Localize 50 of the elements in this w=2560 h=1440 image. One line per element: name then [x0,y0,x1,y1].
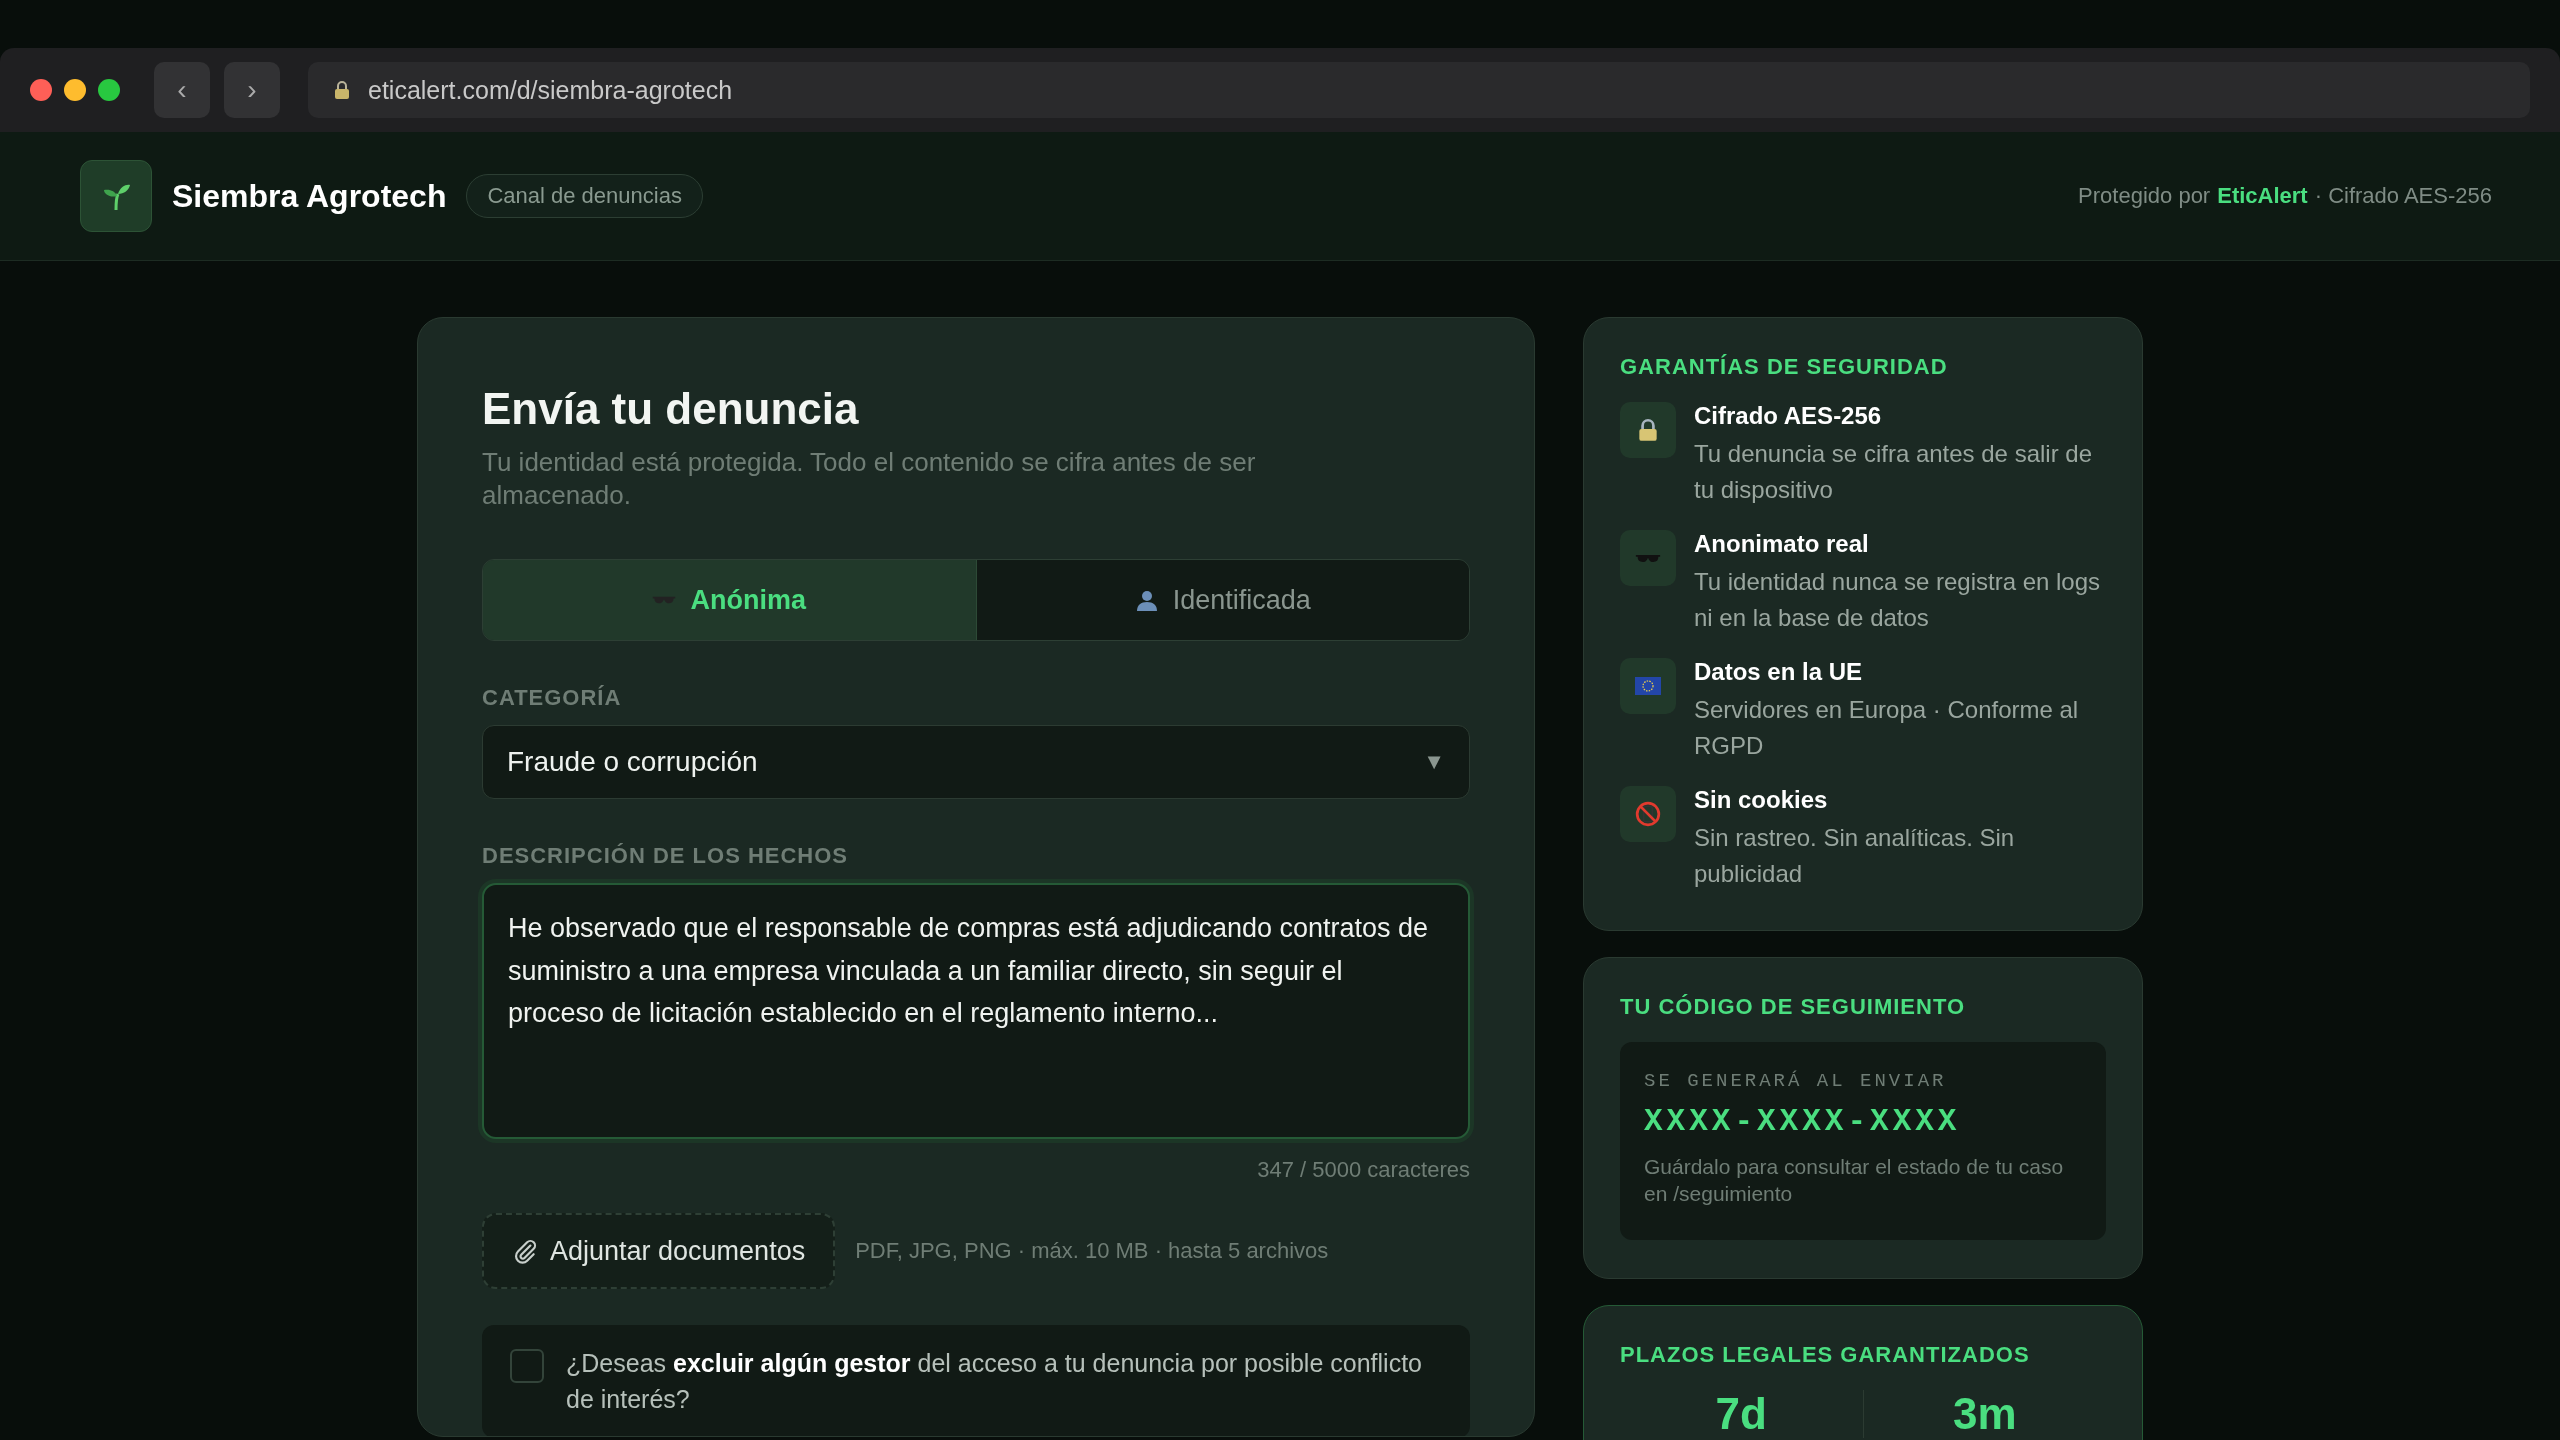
attachment-hint: PDF, JPG, PNG · máx. 10 MB · hasta 5 archivos [855,1238,1329,1264]
exclude-checkbox[interactable] [510,1349,544,1383]
category-select[interactable]: Fraude o corrupción ▼ [482,725,1470,799]
description-label: DESCRIPCIÓN DE LOS HECHOS [482,843,850,869]
back-button[interactable]: ‹ [154,62,210,118]
guarantee-description: Tu denuncia se cifra antes de salir de tu dispositivo [1694,439,2093,505]
tracking-code: XXXX-XXXX-XXXX [1644,1104,1962,1139]
brand-name: Siembra Agrotech [172,177,447,215]
person-icon [1134,588,1159,612]
code-hint: Guárdalo para consultar el estado de tu caso en /seguimiento [1644,1154,2065,1208]
url-text: eticalert.com/d/siembra-agrotech [368,75,733,105]
description-field[interactable]: He observado que el responsable de compras está adjudicando contratos de suministro a una empresa vinculada a un familiar directo, sin seguir el proceso de licitación establecido en el reglamento interno... [482,883,1470,1139]
form-subtitle: Tu identidad está protegida. Todo el contenido se cifra antes de ser almacenado. [482,446,1257,511]
encryption-note: · Cifrado AES-256 [2314,183,2492,209]
sprout-logo-icon [80,160,152,232]
forward-button[interactable]: › [224,62,280,118]
protected-by-text: Protegido por [2078,183,2211,209]
code-caption: SE GENERARÁ AL ENVIAR [1644,1070,1948,1092]
provider-link[interactable]: EticAlert [2217,183,2308,209]
prohibited-icon [1620,786,1676,842]
sunglasses-icon [1620,530,1676,586]
mode-tab[interactable]: Identificada [976,560,1469,640]
guarantee-title: Cifrado AES-256 [1694,402,1883,430]
padlock-icon [1620,402,1676,458]
channel-badge: Canal de denuncias [466,174,703,218]
attach-button[interactable]: Adjuntar documentos [482,1213,836,1289]
close-window-icon[interactable] [30,79,52,101]
address-bar[interactable]: eticalert.com/d/siembra-agrotech [308,62,2530,118]
form-title: Envía tu denuncia [482,384,860,434]
guarantee-description: Tu identidad nunca se registra en logs ni en la base de datos [1694,567,2102,633]
guarantees-heading: GARANTÍAS DE SEGURIDAD [1620,354,1949,380]
tracking-heading: TU CÓDIGO DE SEGUIMIENTO [1620,994,1967,1020]
guarantee-description: Sin rastreo. Sin analíticas. Sin publicidad [1694,823,2016,889]
maximize-window-icon[interactable] [98,79,120,101]
guarantee-description: Servidores en Europa · Conforme al RGPD [1694,695,2080,761]
guarantee-title: Anonimato real [1694,530,1870,558]
category-label: CATEGORÍA [482,685,623,711]
caret-icon: ▼ [1423,749,1445,775]
flag-icon [1620,658,1676,714]
guarantee-title: Sin cookies [1694,786,1829,814]
character-count: 347 / 5000 caracteres [1256,1157,1470,1183]
deadline-value: 3m [1952,1389,2017,1438]
minimize-window-icon[interactable] [64,79,86,101]
lock-icon [334,81,350,99]
deadline-value: 7d [1715,1389,1767,1438]
paperclip-icon [512,1238,538,1264]
mode-tab[interactable]: Anónima [483,560,977,640]
guarantee-title: Datos en la UE [1694,658,1864,686]
deadlines-heading: PLAZOS LEGALES GARANTIZADOS [1620,1341,2031,1368]
exclude-question: ¿Deseas excluir algún gestor del acceso a tu denuncia por posible conflicto de interés? [566,1348,1423,1416]
